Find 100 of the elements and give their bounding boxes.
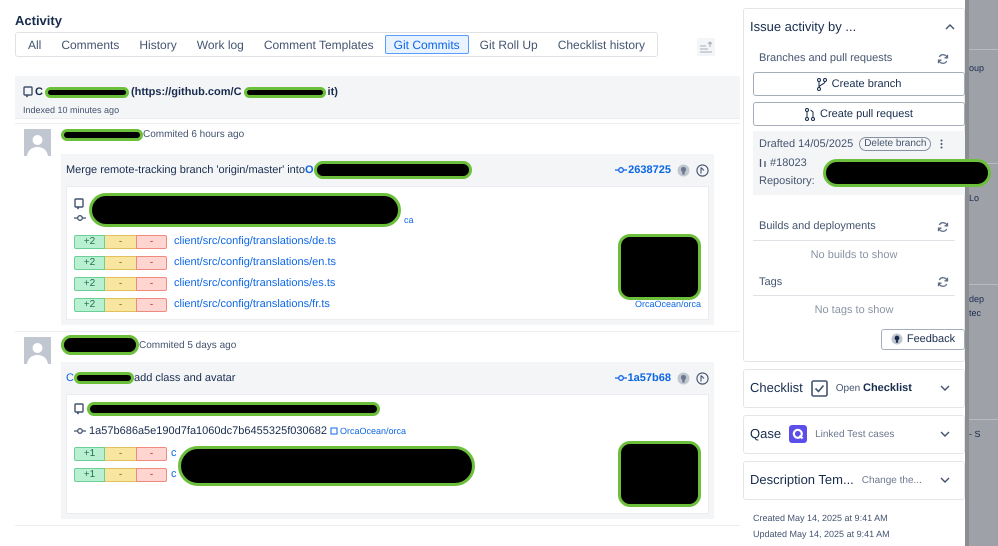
repository-url: (https://github.com/C	[130, 85, 242, 100]
avatar	[24, 337, 51, 364]
avatar	[24, 129, 51, 156]
repository-link[interactable]: ca	[404, 214, 414, 227]
tab[interactable]: Work log	[188, 35, 253, 54]
bulb-icon	[890, 333, 903, 345]
repository-link[interactable]: OrcaOcean/orca	[634, 298, 701, 312]
changed-count: -	[105, 276, 136, 290]
panel-title: Issue activity by ...	[750, 18, 856, 36]
removed-count: -	[136, 256, 167, 270]
panel-card[interactable]: Checklist Open Checklist	[743, 368, 965, 408]
expand-icon[interactable]	[940, 385, 950, 391]
full-commit-hash: 1a57b686a5e190d7fa1060dc7b6455325f030682	[89, 424, 327, 439]
checkbox[interactable]	[810, 380, 828, 396]
added-count: +2	[74, 256, 105, 270]
card-title: Checklist	[750, 379, 803, 398]
repository-icon	[23, 86, 33, 98]
checklist-label: Checklist	[863, 382, 912, 394]
file-link[interactable]: c	[171, 445, 176, 462]
changed-count: -	[105, 256, 136, 270]
repository-link[interactable]: OrcaOcean/orca	[330, 424, 406, 438]
repository-url-end: it)	[328, 85, 338, 100]
bulb-icon[interactable]	[677, 372, 690, 384]
tab[interactable]: Comments	[52, 35, 128, 54]
commit-icon	[614, 374, 627, 382]
file-link[interactable]: client/src/config/translations/de.ts	[174, 233, 336, 250]
card-subtitle: Change the...	[862, 474, 922, 488]
commit-hash-link[interactable]: 2638725	[615, 162, 671, 178]
empty-message: No builds to show	[810, 248, 898, 262]
file-link[interactable]: client/src/config/translations/en.ts	[174, 254, 336, 271]
tab[interactable]: Checklist history	[548, 35, 654, 54]
section-title: Branches and pull requests	[759, 51, 892, 66]
refresh-icon[interactable]	[937, 276, 949, 288]
redaction-mark	[74, 372, 134, 384]
bulb-icon[interactable]	[677, 164, 690, 176]
changed-count: -	[105, 234, 136, 248]
file-link[interactable]: client/src/config/translations/fr.ts	[174, 296, 330, 313]
removed-count: -	[136, 298, 167, 312]
date-text: Updated May 14, 2025 at 9:41 AM	[753, 528, 891, 540]
section-title: Builds and deployments	[759, 219, 876, 234]
background-text: dep	[969, 293, 986, 306]
empty-message: No tags to show	[814, 303, 894, 318]
author-link[interactable]: C	[66, 370, 74, 386]
commit-icon	[615, 166, 628, 174]
activity-title: Activity	[15, 12, 63, 29]
repository-icon	[74, 198, 84, 210]
commit-time: Commited 6 hours ago	[143, 128, 244, 142]
commit-message: Merge remote-tracking branch 'origin/master' into	[66, 162, 305, 178]
tab[interactable]: All	[19, 35, 50, 54]
delete-branch-button[interactable]: Delete branch	[859, 137, 932, 152]
removed-count: -	[136, 234, 167, 248]
repository-icon	[330, 426, 338, 436]
added-count: +2	[74, 298, 105, 312]
refresh-icon[interactable]	[937, 52, 949, 64]
background-text: oup	[969, 62, 986, 75]
commit-time: Commited 5 days ago	[139, 338, 236, 352]
qase-logo-icon	[789, 425, 808, 443]
card-subtitle: Linked Test cases	[815, 428, 894, 442]
create-branch-button[interactable]: Create branch	[753, 72, 965, 96]
changed-count: -	[105, 468, 136, 482]
expand-icon[interactable]	[940, 431, 950, 437]
expand-icon[interactable]	[940, 477, 950, 483]
feedback-button[interactable]: Feedback	[881, 328, 965, 350]
tab[interactable]: Git Roll Up	[470, 35, 547, 54]
background-text: tec	[969, 306, 982, 320]
repository-name: C	[35, 85, 43, 100]
indexed-time: Indexed 10 minutes ago	[23, 104, 120, 117]
repository-icon	[74, 403, 84, 415]
create-pull-request-button[interactable]: Create pull request	[753, 102, 965, 126]
tab[interactable]: History	[130, 35, 186, 54]
panel-card[interactable]: Description Tem... Change the...	[743, 460, 965, 500]
branch-link[interactable]: O	[304, 162, 314, 178]
background-text: - S	[969, 428, 982, 441]
added-count: +2	[74, 234, 105, 248]
branch-icon	[816, 78, 827, 90]
date-text: Created May 14, 2025 at 9:41 AM	[753, 512, 889, 524]
open-label: Open	[836, 382, 860, 394]
card-title: Description Tem...	[750, 471, 854, 490]
panel-card[interactable]: Qase Linked Test cases	[743, 414, 965, 454]
repository-label: Repository:	[759, 174, 816, 189]
drafted-date: Drafted 14/05/2025	[759, 137, 854, 152]
tab[interactable]: Git Commits	[384, 35, 469, 54]
more-icon[interactable]	[940, 139, 944, 150]
added-count: +1	[74, 468, 105, 482]
section-title: Tags	[759, 274, 782, 290]
background-text: Lo	[969, 192, 980, 204]
commit-icon	[74, 214, 86, 222]
added-count: +1	[74, 446, 105, 460]
commit-hash-link[interactable]: 1a57b68	[614, 370, 671, 386]
commit-icon	[74, 427, 86, 436]
file-link[interactable]: client/src/config/translations/es.ts	[174, 275, 336, 292]
pull-request-number: #18023	[770, 156, 807, 170]
tab[interactable]: Comment Templates	[254, 35, 383, 54]
file-link[interactable]: c	[171, 466, 176, 483]
commit-message: add class and avatar	[134, 370, 236, 386]
changed-count: -	[105, 298, 136, 312]
collapse-icon[interactable]	[945, 24, 955, 30]
refresh-icon[interactable]	[937, 220, 949, 232]
added-count: +2	[74, 276, 105, 290]
card-title: Qase	[750, 425, 782, 444]
